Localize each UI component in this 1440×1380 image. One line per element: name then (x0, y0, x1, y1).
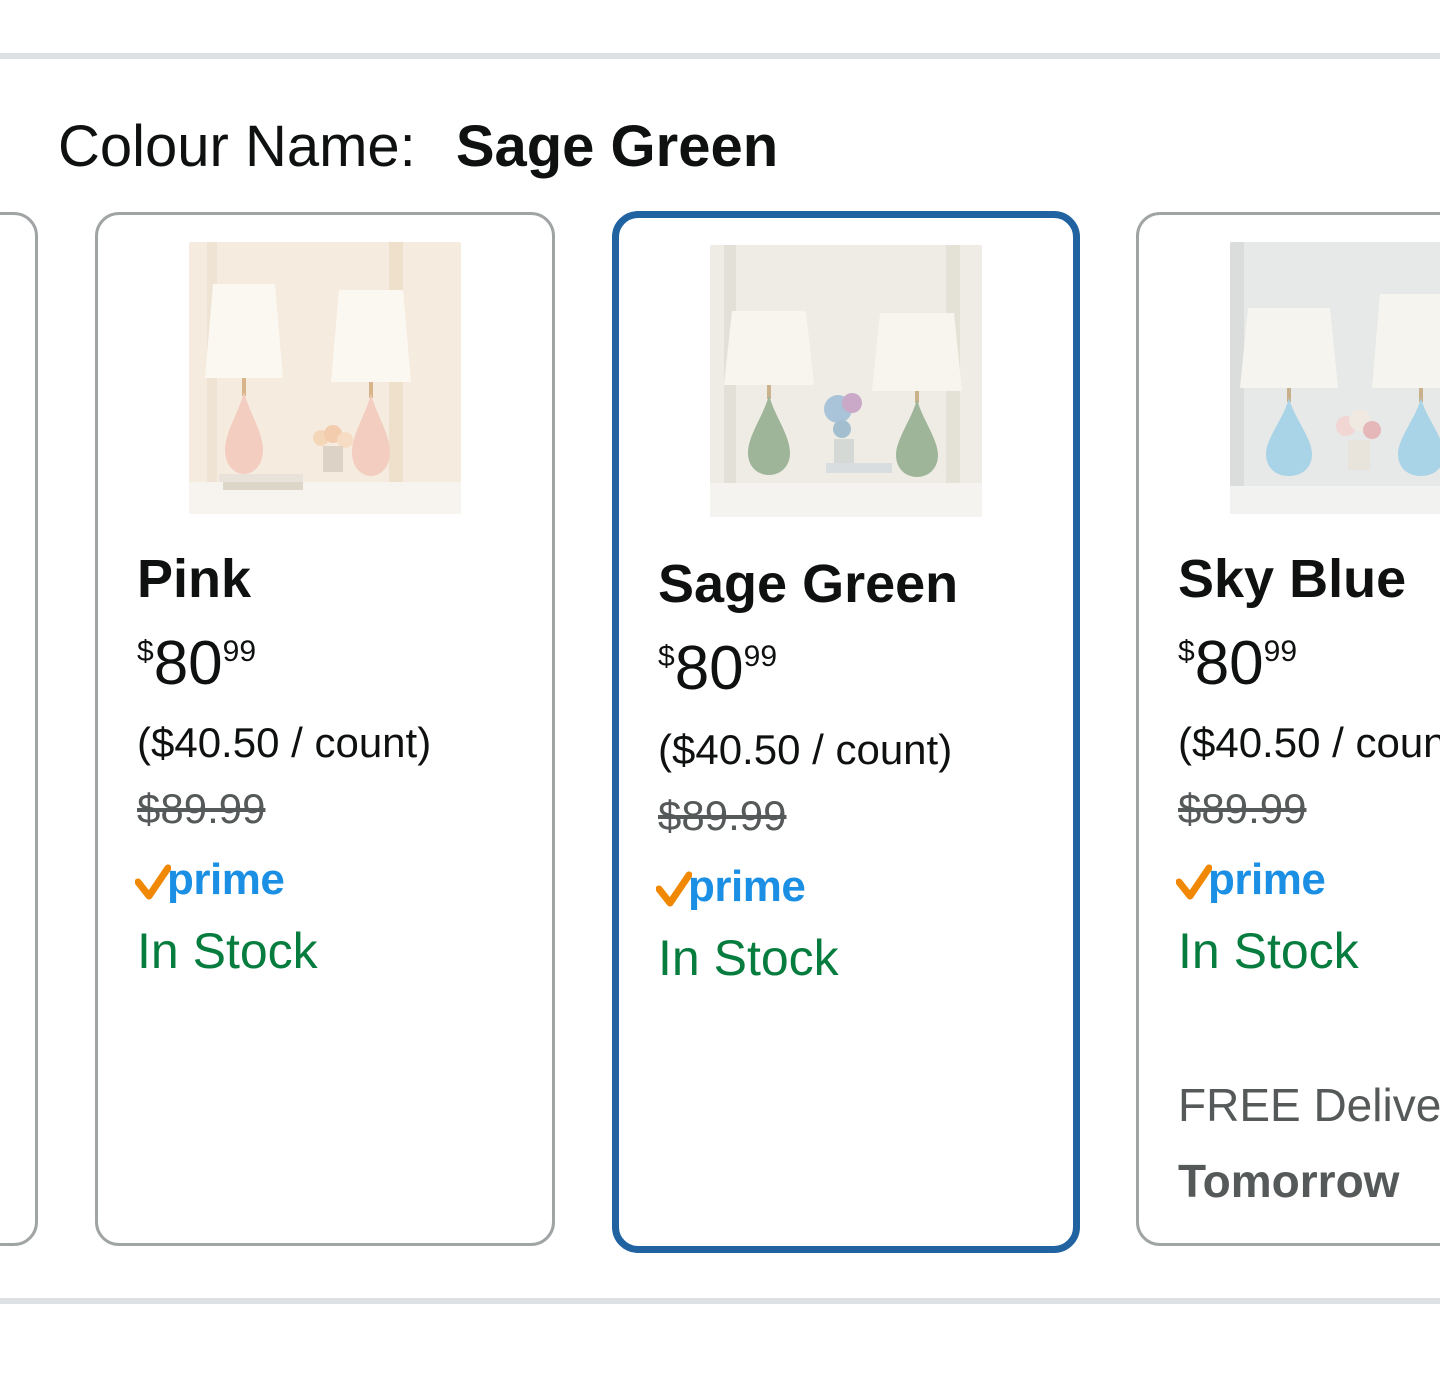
variant-card-previous[interactable] (0, 212, 38, 1246)
top-divider (0, 53, 1440, 59)
availability-status: In Stock (658, 930, 839, 986)
variant-price: $8099 (658, 638, 777, 700)
variant-name: Sage Green (658, 554, 959, 614)
availability-status: In Stock (137, 923, 318, 979)
variant-thumbnail (189, 242, 461, 514)
variant-price: $8099 (1178, 633, 1297, 695)
prime-text: prime (688, 862, 806, 911)
prime-badge: prime (135, 855, 288, 913)
delivery-info: FREE Delivery Tomorrow (1178, 1067, 1440, 1219)
variant-name: Pink (137, 549, 252, 609)
variant-name: Sky Blue (1178, 549, 1407, 609)
unit-price: ($40.50 / count) (137, 719, 432, 766)
colour-name-label: Colour Name: (58, 114, 416, 179)
prime-check-icon (135, 864, 171, 900)
prime-badge: prime (1176, 855, 1329, 913)
price-symbol: $ (1178, 635, 1195, 668)
unit-price: ($40.50 / count) (658, 726, 953, 773)
list-price: $89.99 (137, 785, 266, 832)
colour-name-value: Sage Green (455, 114, 779, 179)
delivery-when: Tomorrow (1178, 1155, 1400, 1207)
lamp-pair-image (710, 245, 982, 517)
variant-thumbnail (710, 245, 982, 517)
bottom-divider (0, 1298, 1440, 1304)
variant-price: $8099 (137, 633, 256, 695)
price-fraction: 99 (1263, 635, 1298, 668)
price-symbol: $ (137, 635, 154, 668)
variant-card-pink[interactable]: Pink $8099 ($40.50 / count) $89.99 prime… (95, 212, 555, 1246)
lamp-pair-image (1230, 242, 1440, 514)
price-whole: 80 (153, 629, 223, 698)
price-fraction: 99 (222, 635, 257, 668)
availability-status: In Stock (1178, 923, 1359, 979)
prime-text: prime (1208, 855, 1326, 904)
list-price: $89.99 (658, 792, 787, 839)
prime-badge: prime (656, 862, 809, 920)
variant-thumbnail (1230, 242, 1440, 514)
variant-card-sky-blue[interactable]: Sky Blue $8099 ($40.50 / count) $89.99 p… (1136, 212, 1440, 1246)
prime-check-icon (656, 871, 692, 907)
list-price: $89.99 (1178, 785, 1307, 832)
lamp-pair-image (189, 242, 461, 514)
colour-name-heading: Colour Name: Sage Green (58, 112, 778, 182)
unit-price: ($40.50 / count) (1178, 719, 1440, 766)
price-whole: 80 (674, 634, 744, 703)
delivery-label: FREE Delivery (1178, 1079, 1440, 1131)
prime-check-icon (1176, 864, 1212, 900)
variant-card-sage-green[interactable]: Sage Green $8099 ($40.50 / count) $89.99… (612, 211, 1080, 1253)
prime-text: prime (167, 855, 285, 904)
price-fraction: 99 (743, 640, 778, 673)
price-whole: 80 (1194, 629, 1264, 698)
price-symbol: $ (658, 640, 675, 673)
